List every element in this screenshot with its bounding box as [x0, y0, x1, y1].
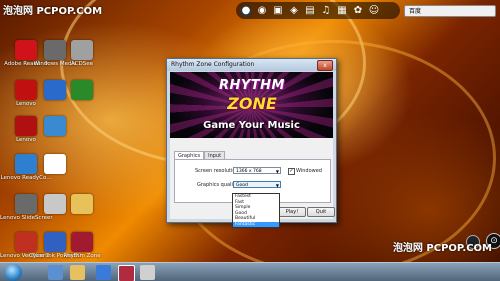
person-icon[interactable]: ☺ [368, 5, 380, 17]
graphics-quality-dropdown: Fastest Fast Simple Good Beautiful Fanta… [232, 193, 280, 228]
screen-resolution-select[interactable]: 1366 x 768 ▼ [233, 167, 281, 174]
chevron-down-icon: ▼ [275, 183, 279, 188]
rhythm-zone-task-icon[interactable] [118, 265, 135, 281]
dialog-body: RHYTHM ZONE Game Your Music Graphics Inp… [170, 72, 335, 228]
ie-icon[interactable] [48, 265, 63, 280]
music-icon[interactable]: ♫ [320, 5, 332, 17]
desktop-icon-folder[interactable] [56, 194, 108, 214]
app-icon [71, 80, 93, 100]
quit-button[interactable]: Quit [307, 207, 335, 217]
picture-icon[interactable]: ▦ [336, 5, 348, 17]
graphics-quality-label: Graphics quality [197, 182, 238, 188]
graphics-quality-select[interactable]: Good ▼ [233, 181, 281, 188]
windowed-checkbox[interactable]: ✓ [288, 168, 295, 175]
desktop-icon-app[interactable] [56, 80, 108, 100]
windowed-label: Windowed [296, 168, 322, 174]
logo-zone: ZONE [227, 94, 277, 113]
tab-strip: Graphics Input [174, 151, 226, 159]
folder-icon[interactable] [70, 265, 85, 280]
play-button[interactable]: Play! [278, 207, 306, 217]
logo-rhythm: RHYTHM [219, 78, 285, 93]
dialog-title: Rhythm Zone Configuration [171, 61, 255, 68]
app-task-icon[interactable] [140, 265, 155, 280]
taskbar [0, 262, 500, 281]
desktop-icon-rhythm-zone[interactable]: Rhythm Zone [56, 232, 108, 259]
app-icon [44, 154, 66, 174]
folder-icon [71, 194, 93, 214]
app-icon [44, 116, 66, 136]
watermark-top: 泡泡网 PCPOP.COM [3, 6, 103, 17]
tab-input[interactable]: Input [204, 151, 226, 159]
watermark-bottom: 泡泡网 PCPOP.COM [392, 243, 492, 254]
start-button[interactable] [5, 264, 22, 281]
rhythm-zone-config-dialog: Rhythm Zone Configuration x RHYTHM ZONE … [166, 58, 337, 228]
camera-icon[interactable]: ▣ [272, 5, 284, 17]
media-center-icon[interactable]: ● [240, 4, 252, 17]
globe-icon[interactable]: ◉ [256, 5, 268, 17]
banner-tagline: Game Your Music [203, 120, 300, 131]
desktop: 泡泡网 PCPOP.COM Adobe Reader 9 Lenovo Leno… [0, 0, 500, 281]
rhythm-zone-icon [71, 232, 93, 252]
gear-icon[interactable]: ✿ [352, 5, 364, 17]
desktop-icon-app[interactable] [29, 154, 81, 174]
gadget-toolbar: ● ◉ ▣ ◈ ▤ ♫ ▦ ✿ ☺ [236, 2, 400, 19]
desktop-icon-acdsee[interactable]: ACDSee [56, 40, 108, 67]
chevron-down-icon: ▼ [275, 169, 279, 174]
film-icon[interactable]: ▤ [304, 5, 316, 17]
gamepad-icon[interactable]: ◈ [288, 5, 300, 17]
tab-graphics[interactable]: Graphics [174, 151, 205, 159]
browser-icon[interactable] [96, 265, 111, 280]
search-input[interactable]: 百度 [404, 5, 496, 17]
dialog-titlebar[interactable]: Rhythm Zone Configuration x [167, 59, 336, 71]
dropdown-option-highlighted[interactable]: Fantastic [233, 221, 279, 227]
game-banner: RHYTHM ZONE Game Your Music [170, 72, 333, 138]
close-button[interactable]: x [317, 60, 333, 71]
desktop-icon-app[interactable] [29, 116, 81, 136]
acdsee-icon [71, 40, 93, 60]
